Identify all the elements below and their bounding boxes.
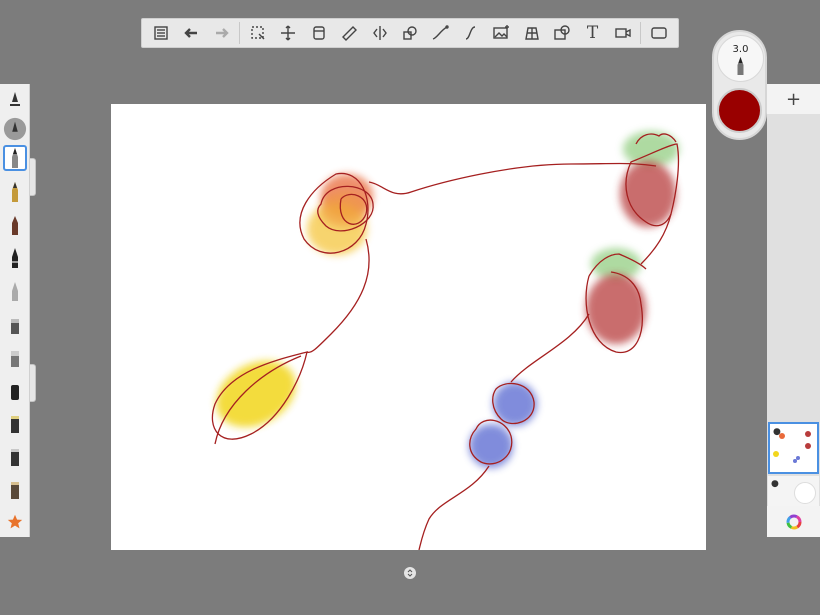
flat-brush-icon[interactable] (3, 443, 27, 469)
pencil-icon[interactable] (3, 145, 27, 171)
toolbar-divider (640, 22, 642, 44)
brush-size-value: 3.0 (732, 44, 749, 55)
text-tool[interactable]: T (580, 21, 606, 45)
palette-expand-tab[interactable] (30, 158, 36, 196)
image-import-icon[interactable] (488, 21, 514, 45)
shapes-icon[interactable] (397, 21, 423, 45)
layer-thumbnail-active[interactable]: ● (768, 422, 819, 474)
layer-background (794, 482, 816, 504)
ruler-icon[interactable] (336, 21, 362, 45)
technical-pen-icon[interactable] (3, 278, 27, 304)
marker-icon[interactable] (3, 212, 27, 238)
undo-icon[interactable] (178, 21, 204, 45)
wet-brush-icon[interactable] (3, 344, 27, 370)
charcoal-icon[interactable] (3, 377, 27, 403)
fill-icon[interactable] (306, 21, 332, 45)
selection-icon[interactable] (245, 21, 271, 45)
pencil-icon (737, 57, 744, 75)
fullscreen-icon[interactable] (646, 21, 672, 45)
toolbar-divider (239, 22, 241, 44)
symmetry-icon[interactable] (367, 21, 393, 45)
brush-palette (0, 84, 30, 537)
brush-puck: 3.0 (712, 30, 767, 140)
drawing-canvas[interactable] (111, 104, 706, 551)
brush-size-dial[interactable]: 3.0 (717, 35, 764, 82)
curve-icon[interactable] (427, 21, 453, 45)
eye-icon[interactable]: ● (773, 427, 781, 437)
stroke-icon[interactable] (458, 21, 484, 45)
color-wheel-icon (786, 514, 801, 529)
ballpoint-icon[interactable] (3, 245, 27, 271)
airbrush-icon[interactable] (3, 116, 27, 142)
palette-expand-tab[interactable] (30, 364, 36, 402)
favorites-star-icon[interactable] (3, 509, 27, 535)
orange-blossom (307, 174, 373, 255)
transform-icon[interactable] (275, 21, 301, 45)
add-layer-button[interactable]: + (767, 84, 820, 114)
video-icon[interactable] (610, 21, 636, 45)
timelapse-icon[interactable] (549, 21, 575, 45)
paint-brush-icon[interactable] (3, 311, 27, 337)
ink-pen-icon[interactable] (3, 88, 27, 114)
artwork (211, 131, 680, 551)
layers-panel: + ● ● (767, 84, 820, 537)
perspective-icon[interactable] (519, 21, 545, 45)
menu-icon[interactable] (148, 21, 174, 45)
chalk-icon[interactable] (3, 410, 27, 436)
expand-handle-icon[interactable] (404, 567, 416, 579)
current-color-swatch[interactable] (717, 88, 762, 133)
top-toolbar: T (141, 18, 679, 48)
redo-icon[interactable] (209, 21, 235, 45)
color-wheel-button[interactable] (767, 506, 820, 537)
eraser-icon[interactable] (3, 476, 27, 502)
eye-icon[interactable]: ● (771, 479, 779, 489)
text-tool-label: T (586, 23, 599, 43)
fountain-pen-icon[interactable] (3, 179, 27, 205)
